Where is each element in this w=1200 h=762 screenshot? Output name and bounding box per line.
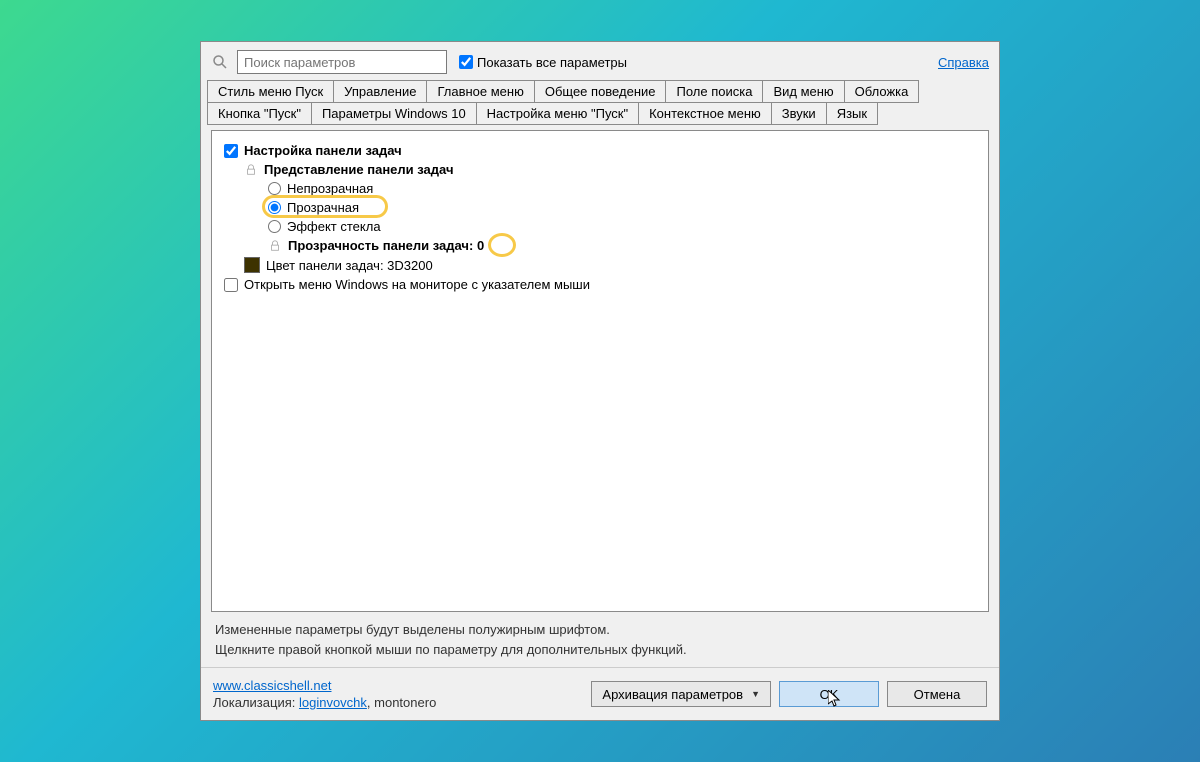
lock-icon	[244, 163, 258, 177]
tab-language[interactable]: Язык	[826, 102, 878, 125]
transparency-label: Прозрачность панели задач: 0	[288, 238, 484, 253]
tabs-row-2: Кнопка "Пуск" Параметры Windows 10 Настр…	[201, 102, 999, 124]
tab-start-button[interactable]: Кнопка "Пуск"	[207, 102, 312, 125]
radio-transparent-row[interactable]: Прозрачная	[268, 198, 976, 217]
radio-transparent[interactable]	[268, 201, 281, 214]
help-link[interactable]: Справка	[938, 55, 989, 70]
transparency-row[interactable]: Прозрачность панели задач: 0	[268, 236, 976, 255]
tab-start-menu-settings[interactable]: Настройка меню "Пуск"	[476, 102, 639, 125]
tab-windows10-params[interactable]: Параметры Windows 10	[311, 102, 477, 125]
color-label: Цвет панели задач: 3D3200	[266, 258, 433, 273]
radio-opaque-label: Непрозрачная	[287, 181, 373, 196]
content-wrap: Настройка панели задач Представление пан…	[211, 130, 989, 667]
taskbar-settings-row[interactable]: Настройка панели задач	[224, 141, 976, 160]
site-link[interactable]: www.classicshell.net	[213, 678, 436, 693]
footer-buttons: Архивация параметров OK Отмена	[591, 681, 987, 707]
radio-glass[interactable]	[268, 220, 281, 233]
show-all-label: Показать все параметры	[477, 55, 627, 70]
archive-params-button[interactable]: Архивация параметров	[591, 681, 771, 707]
top-bar: Показать все параметры Справка	[201, 42, 999, 80]
footer: www.classicshell.net Локализация: loginv…	[201, 667, 999, 720]
taskbar-settings-check[interactable]	[224, 144, 238, 158]
open-on-monitor-label: Открыть меню Windows на мониторе с указа…	[244, 277, 590, 292]
localization-author-link[interactable]: loginvovchk	[299, 695, 367, 710]
ok-button[interactable]: OK	[779, 681, 879, 707]
presentation-row[interactable]: Представление панели задач	[244, 160, 976, 179]
open-on-monitor-check[interactable]	[224, 278, 238, 292]
search-icon	[211, 53, 229, 71]
radio-opaque[interactable]	[268, 182, 281, 195]
presentation-label: Представление панели задач	[264, 162, 454, 177]
color-row[interactable]: Цвет панели задач: 3D3200	[244, 255, 976, 275]
settings-dialog: Показать все параметры Справка Стиль мен…	[200, 41, 1000, 721]
color-swatch	[244, 257, 260, 273]
tab-context-menu[interactable]: Контекстное меню	[638, 102, 772, 125]
search-input[interactable]	[237, 50, 447, 74]
tab-sounds[interactable]: Звуки	[771, 102, 827, 125]
tab-management[interactable]: Управление	[333, 80, 427, 103]
settings-tree: Настройка панели задач Представление пан…	[211, 130, 989, 612]
show-all-checkbox[interactable]: Показать все параметры	[459, 55, 627, 70]
highlight-value-oval	[488, 233, 516, 257]
open-on-monitor-row[interactable]: Открыть меню Windows на мониторе с указа…	[224, 275, 976, 294]
tab-search-field[interactable]: Поле поиска	[665, 80, 763, 103]
lock-icon	[268, 239, 282, 253]
radio-glass-label: Эффект стекла	[287, 219, 381, 234]
hints: Измененные параметры будут выделены полу…	[211, 612, 989, 667]
radio-transparent-label: Прозрачная	[287, 200, 359, 215]
hint-line-2: Щелкните правой кнопкой мыши по параметр…	[215, 640, 985, 660]
localization-line: Локализация: loginvovchk, montonero	[213, 695, 436, 710]
radio-opaque-row[interactable]: Непрозрачная	[268, 179, 976, 198]
footer-left: www.classicshell.net Локализация: loginv…	[213, 678, 436, 710]
taskbar-settings-label: Настройка панели задач	[244, 143, 402, 158]
tabs-row-1: Стиль меню Пуск Управление Главное меню …	[201, 80, 999, 102]
tab-main-menu[interactable]: Главное меню	[426, 80, 534, 103]
tab-start-menu-style[interactable]: Стиль меню Пуск	[207, 80, 334, 103]
tab-menu-look[interactable]: Вид меню	[762, 80, 844, 103]
tab-skin[interactable]: Обложка	[844, 80, 920, 103]
tab-behavior[interactable]: Общее поведение	[534, 80, 667, 103]
show-all-check[interactable]	[459, 55, 473, 69]
hint-line-1: Измененные параметры будут выделены полу…	[215, 620, 985, 640]
radio-glass-row[interactable]: Эффект стекла	[268, 217, 976, 236]
cancel-button[interactable]: Отмена	[887, 681, 987, 707]
